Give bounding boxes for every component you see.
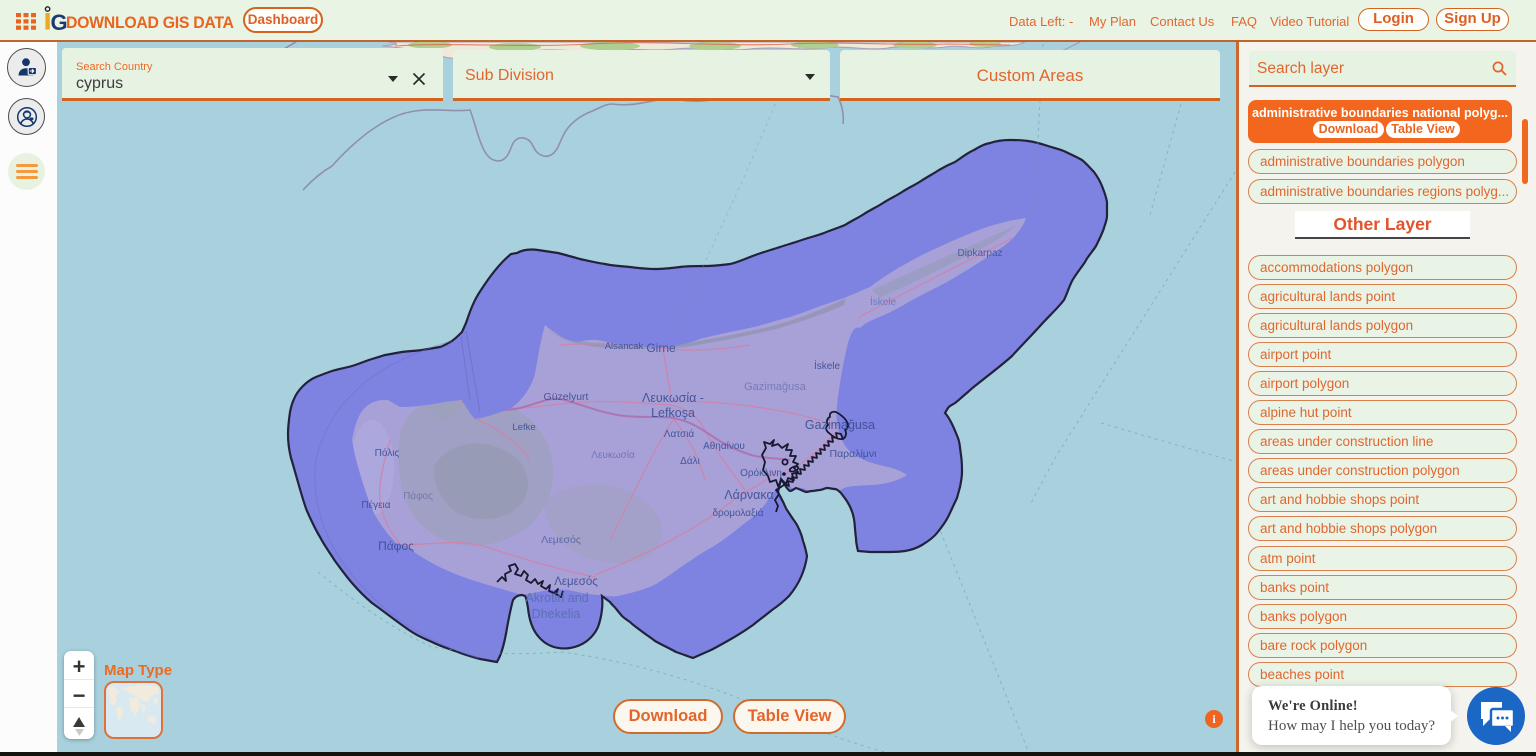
svg-text:Lefke: Lefke xyxy=(512,422,535,433)
svg-text:Girne: Girne xyxy=(646,341,676,355)
svg-text:Παραλίμνι: Παραλίμνι xyxy=(830,448,878,460)
svg-text:Αθηαίνου: Αθηαίνου xyxy=(703,440,745,452)
svg-text:İskele: İskele xyxy=(870,295,897,308)
svg-text:Πάφος: Πάφος xyxy=(403,490,433,502)
svg-text:Λεμεσός: Λεμεσός xyxy=(554,576,598,588)
svg-text:Πόλις: Πόλις xyxy=(375,447,400,459)
svg-text:İskele: İskele xyxy=(814,359,841,372)
svg-text:Akrotiri and: Akrotiri and xyxy=(525,591,588,605)
svg-text:Güzelyurt: Güzelyurt xyxy=(544,391,589,403)
svg-text:Ορόκλινη: Ορόκλινη xyxy=(740,467,782,479)
svg-text:Πάφος: Πάφος xyxy=(378,539,414,553)
svg-text:Λάρνακα: Λάρνακα xyxy=(724,488,774,502)
svg-text:δρομολαξιά: δρομολαξιά xyxy=(712,507,763,519)
svg-text:Alsancak: Alsancak xyxy=(605,341,644,352)
svg-text:Gazimağusa: Gazimağusa xyxy=(744,381,807,393)
svg-text:Dhekelia: Dhekelia xyxy=(532,607,581,621)
svg-text:Λευκωσία -: Λευκωσία - xyxy=(642,391,704,405)
svg-text:Gazimağusa: Gazimağusa xyxy=(805,418,875,432)
svg-text:Πέγεια: Πέγεια xyxy=(361,499,390,511)
svg-text:Δάλι: Δάλι xyxy=(680,455,700,467)
svg-text:Λευκωσία: Λευκωσία xyxy=(591,449,635,461)
svg-text:Λατσιά: Λατσιά xyxy=(664,428,695,440)
svg-text:G: G xyxy=(51,10,68,34)
svg-text:Dipkarpaz: Dipkarpaz xyxy=(957,248,1002,259)
svg-text:Λεμεσός: Λεμεσός xyxy=(541,534,581,546)
svg-text:Lefkoşa: Lefkoşa xyxy=(651,406,695,420)
